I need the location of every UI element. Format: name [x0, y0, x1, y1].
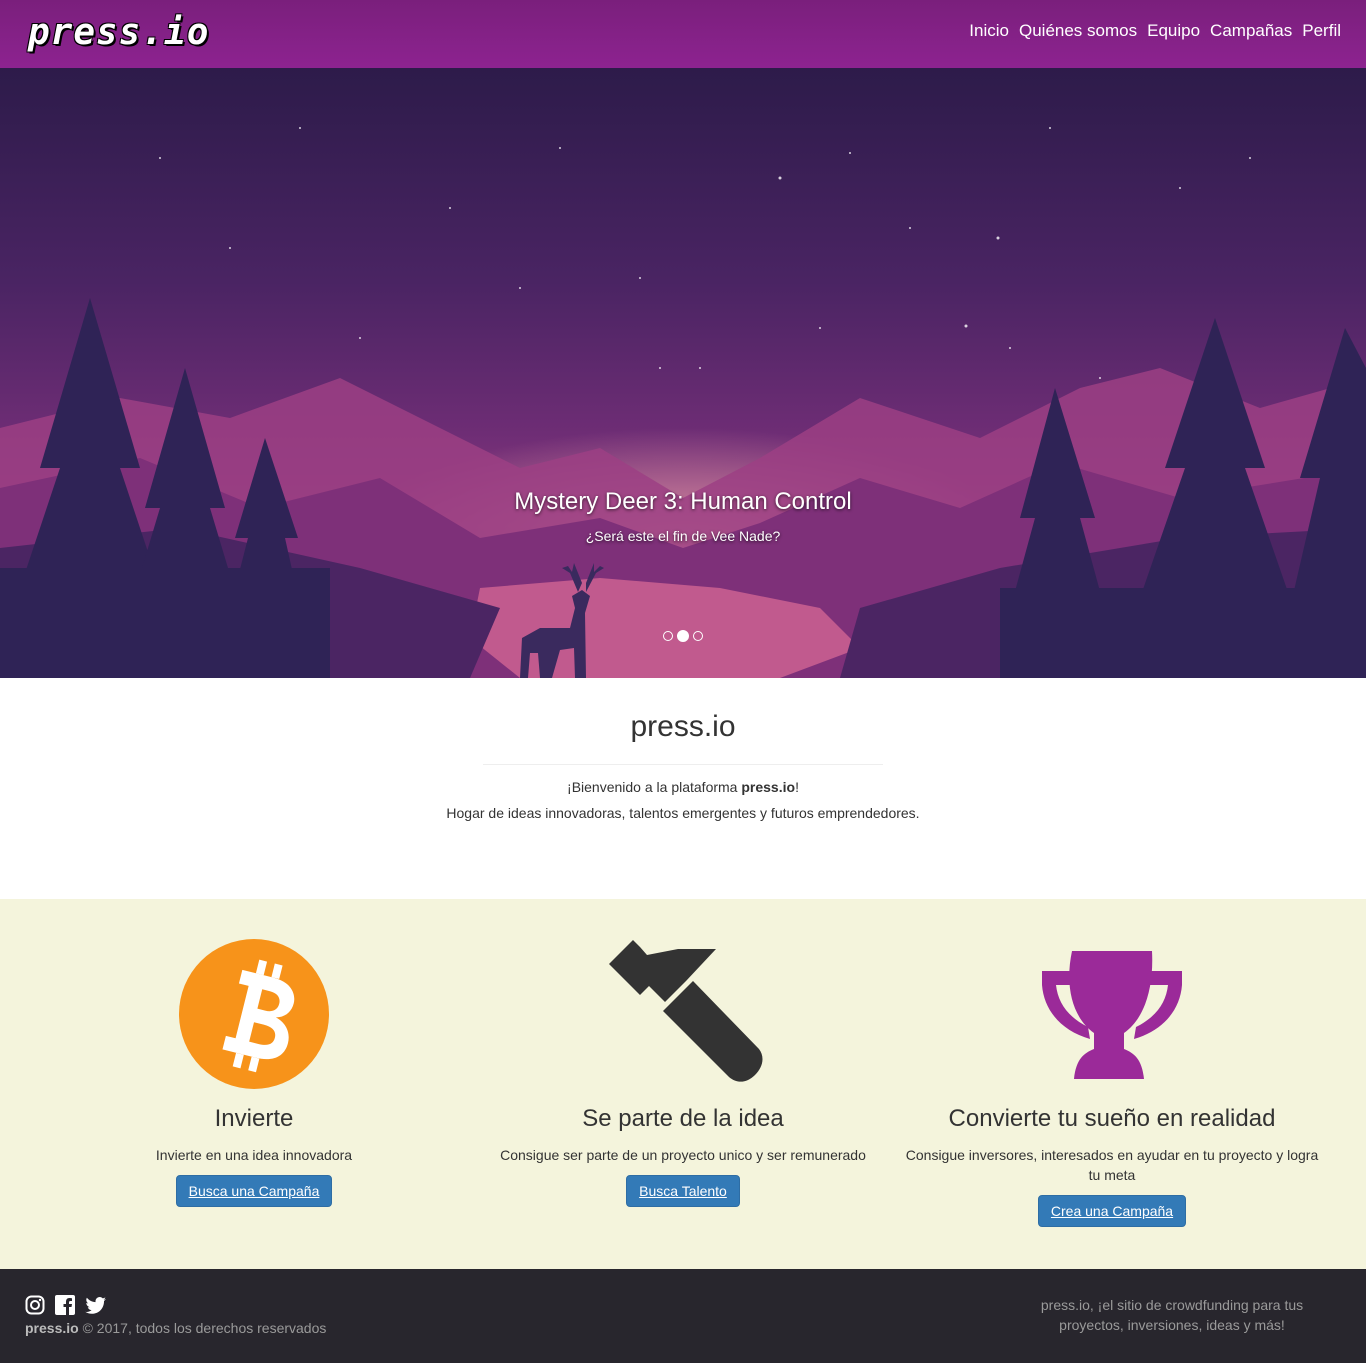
intro-divider [483, 764, 883, 765]
hammer-icon [609, 940, 763, 1082]
feature-title: Se parte de la idea [582, 1105, 784, 1132]
feature-title: Invierte [214, 1105, 294, 1132]
navbar: press.io Inicio Quiénes somos Equipo Cam… [0, 0, 1366, 68]
intro-welcome: ¡Bienvenido a la plataforma press.io! [0, 779, 1366, 795]
feature-text: Consigue ser parte de un proyecto unico … [500, 1147, 866, 1163]
welcome-suffix: ! [795, 779, 799, 795]
feature-icon-wrap [44, 899, 464, 1089]
busca-campana-button[interactable]: Busca una Campaña [175, 1175, 333, 1207]
bitcoin-icon [179, 939, 329, 1089]
nav-menu: Inicio Quiénes somos Equipo Campañas Per… [969, 21, 1341, 41]
intro-tagline: Hogar de ideas innovadoras, talentos eme… [446, 805, 920, 821]
hero-carousel[interactable]: Mystery Deer 3: Human Control ¿Será este… [0, 68, 1366, 678]
carousel-indicator-2[interactable] [677, 630, 689, 642]
footer-tagline: press.io, ¡el sitio de crowdfunding para… [1040, 1297, 1304, 1333]
carousel-indicator-3[interactable] [693, 631, 703, 641]
hero-illustration [0, 127, 1366, 678]
feature-text: Consigue inversores, interesados en ayud… [905, 1147, 1319, 1183]
feature-icon-wrap [473, 899, 893, 1089]
twitter-icon[interactable] [85, 1295, 107, 1315]
facebook-icon[interactable] [55, 1295, 75, 1315]
carousel-indicator-1[interactable] [663, 631, 673, 641]
trophy-icon [1042, 951, 1182, 1079]
features-section: Invierte Invierte en una idea innovadora… [0, 899, 1366, 1269]
welcome-brand: press.io [741, 779, 796, 795]
nav-link-quienes-somos[interactable]: Quiénes somos [1019, 21, 1137, 41]
crea-campana-button[interactable]: Crea una Campaña [1037, 1195, 1187, 1227]
carousel-indicators [0, 630, 1366, 642]
intro-heading: press.io [630, 710, 736, 743]
feature-invierte: Invierte Invierte en una idea innovadora… [44, 899, 464, 1207]
nav-link-campanas[interactable]: Campañas [1210, 21, 1292, 41]
feature-se-parte: Se parte de la idea Consigue ser parte d… [473, 899, 893, 1207]
feature-convierte: Convierte tu sueño en realidad Consigue … [902, 899, 1322, 1227]
carousel-subtitle: ¿Será este el fin de Vee Nade? [585, 528, 781, 544]
feature-text: Invierte en una idea innovadora [155, 1147, 353, 1163]
nav-link-equipo[interactable]: Equipo [1147, 21, 1200, 41]
welcome-prefix: ¡Bienvenido a la plataforma [567, 779, 742, 795]
footer: press.io © 2017, todos los derechos rese… [0, 1269, 1366, 1363]
copyright: press.io © 2017, todos los derechos rese… [25, 1320, 326, 1336]
feature-icon-wrap [902, 899, 1322, 1089]
feature-title: Convierte tu sueño en realidad [948, 1105, 1276, 1132]
instagram-icon[interactable] [25, 1295, 45, 1315]
brand-logo[interactable]: press.io [28, 12, 209, 53]
social-links [25, 1295, 107, 1315]
carousel-title: Mystery Deer 3: Human Control [514, 488, 852, 515]
copyright-text: © 2017, todos los derechos reservados [78, 1320, 327, 1336]
footer-brand: press.io [25, 1320, 79, 1336]
nav-link-inicio[interactable]: Inicio [969, 21, 1009, 41]
busca-talento-button[interactable]: Busca Talento [626, 1175, 740, 1207]
nav-link-perfil[interactable]: Perfil [1302, 21, 1341, 41]
intro-section: press.io ¡Bienvenido a la plataforma pre… [0, 678, 1366, 899]
carousel-caption: Mystery Deer 3: Human Control ¿Será este… [0, 488, 1366, 544]
